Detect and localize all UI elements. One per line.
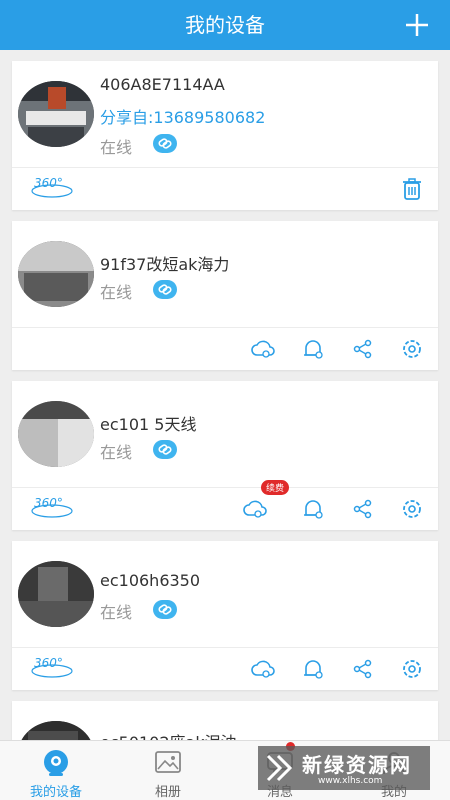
device-name: ec50102座ak泥油 (100, 729, 237, 740)
photo-album-icon (155, 751, 181, 773)
link-icon (153, 134, 177, 153)
watermark-url: www.xlhs.com (318, 776, 383, 786)
share-icon[interactable] (350, 337, 376, 361)
device-name: 406A8E7114AA (100, 75, 225, 94)
cloud-storage-icon[interactable] (250, 337, 276, 361)
add-device-icon[interactable] (400, 8, 434, 42)
alarm-bell-icon[interactable] (300, 657, 326, 681)
link-icon (153, 280, 177, 299)
settings-gear-icon[interactable] (399, 657, 425, 681)
panorama-360-icon[interactable]: 360° (30, 496, 74, 520)
device-status: 在线 (100, 138, 133, 157)
device-name: ec101 5天线 (100, 415, 197, 434)
panorama-360-icon[interactable]: 360° (30, 656, 74, 680)
cloud-storage-icon[interactable] (250, 657, 276, 681)
camera-icon (44, 750, 68, 776)
alarm-bell-icon[interactable] (300, 337, 326, 361)
watermark-title: 新绿资源网 (302, 753, 412, 777)
shared-from-label: 分享自:13689580682 (100, 108, 266, 127)
device-list: 406A8E7114AA 分享自:13689580682 在线 360° 91f… (0, 50, 450, 740)
settings-gear-icon[interactable] (399, 497, 425, 521)
device-thumbnail[interactable] (18, 561, 94, 627)
renew-badge[interactable]: 续费 (261, 480, 290, 495)
device-card[interactable]: ec101 5天线 在线 360° 续费 (12, 381, 438, 530)
device-thumbnail[interactable] (18, 721, 94, 740)
watermark-logo-icon (266, 754, 293, 782)
top-bar: 我的设备 (0, 0, 450, 50)
tab-label: 我的设备 (29, 785, 82, 800)
device-name: 91f37改短ak海力 (100, 255, 230, 274)
device-card[interactable]: ec106h6350 在线 360° (12, 541, 438, 690)
device-name: ec106h6350 (100, 571, 201, 590)
cloud-storage-icon[interactable] (242, 497, 268, 521)
share-icon[interactable] (350, 657, 376, 681)
device-card[interactable]: 406A8E7114AA 分享自:13689580682 在线 360° (12, 61, 438, 210)
delete-icon[interactable] (399, 177, 425, 201)
device-status: 在线 (100, 443, 133, 462)
device-thumbnail[interactable] (18, 241, 94, 307)
device-thumbnail[interactable] (18, 401, 94, 467)
tab-my-devices[interactable]: 我的设备 (0, 741, 112, 800)
settings-gear-icon[interactable] (399, 337, 425, 361)
tab-album[interactable]: 相册 (112, 741, 224, 800)
device-thumbnail[interactable] (18, 81, 94, 147)
page-title: 我的设备 (185, 13, 265, 37)
link-icon (153, 440, 177, 459)
panorama-360-icon[interactable]: 360° (30, 176, 74, 200)
device-card[interactable]: ec50102座ak泥油 (12, 701, 438, 740)
share-icon[interactable] (350, 497, 376, 521)
watermark: 新绿资源网 www.xlhs.com (258, 746, 430, 790)
link-icon (153, 600, 177, 619)
tab-label: 相册 (154, 785, 181, 800)
device-card[interactable]: 91f37改短ak海力 在线 (12, 221, 438, 370)
alarm-bell-icon[interactable] (300, 497, 326, 521)
device-status: 在线 (100, 603, 133, 622)
device-status: 在线 (100, 283, 133, 302)
